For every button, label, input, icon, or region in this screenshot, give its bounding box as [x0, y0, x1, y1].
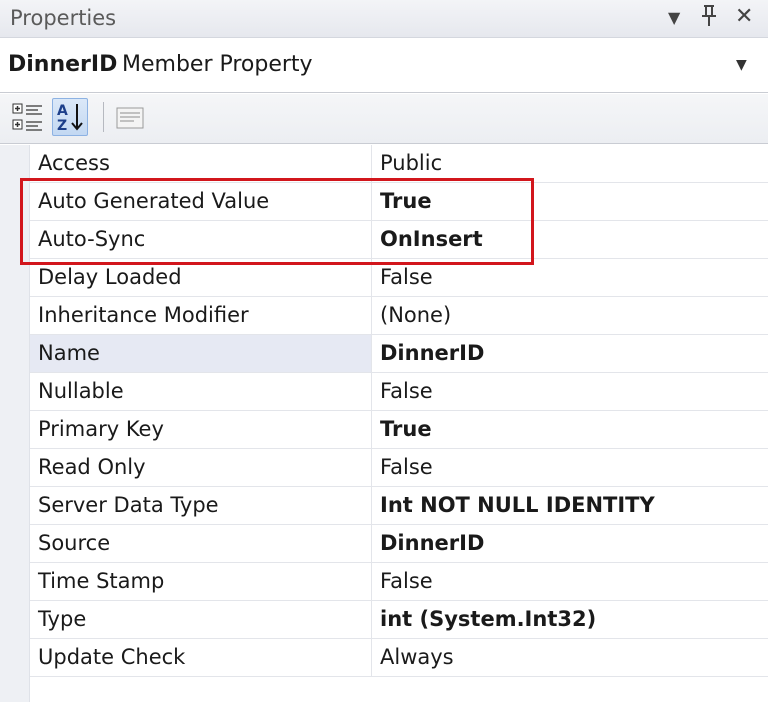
property-grid-margin — [0, 145, 30, 702]
property-name: Delay Loaded — [30, 259, 372, 296]
property-row[interactable]: Update Check Always — [30, 639, 768, 677]
property-row[interactable]: Auto-Sync OnInsert — [30, 221, 768, 259]
property-pages-button — [112, 98, 148, 136]
property-row[interactable]: Time Stamp False — [30, 563, 768, 601]
property-value[interactable]: DinnerID — [380, 335, 768, 372]
property-name: Source — [30, 525, 372, 562]
property-name: Read Only — [30, 449, 372, 486]
sort-alphabetical-icon: A Z — [57, 103, 83, 134]
property-row[interactable]: Auto Generated Value True — [30, 183, 768, 221]
property-name: Update Check — [30, 639, 372, 676]
property-name: Nullable — [30, 373, 372, 410]
property-name: Auto-Sync — [30, 221, 372, 258]
property-value[interactable]: Int NOT NULL IDENTITY — [380, 487, 768, 524]
svg-text:A: A — [57, 103, 68, 119]
window-position-dropdown-icon[interactable]: ▼ — [668, 8, 680, 27]
property-row[interactable]: Nullable False — [30, 373, 768, 411]
property-name: Primary Key — [30, 411, 372, 448]
property-name: Auto Generated Value — [30, 183, 372, 220]
categorized-icon — [12, 103, 42, 131]
chevron-down-icon[interactable]: ▼ — [736, 57, 747, 73]
window-title: Properties — [10, 6, 117, 30]
property-grid: Access Public Auto Generated Value True Auto… — [0, 145, 768, 702]
property-name: Inheritance Modifier — [30, 297, 372, 334]
property-name: Server Data Type — [30, 487, 372, 524]
close-icon[interactable]: ✕ — [735, 4, 753, 29]
property-row[interactable]: Read Only False — [30, 449, 768, 487]
property-value[interactable]: Always — [380, 639, 768, 676]
property-value[interactable]: False — [380, 373, 768, 410]
pin-icon[interactable] — [700, 4, 718, 33]
object-selector[interactable]: DinnerID Member Property ▼ — [0, 39, 768, 93]
property-name: Type — [30, 601, 372, 638]
property-value[interactable]: False — [380, 563, 768, 600]
object-kind: Member Property — [122, 52, 313, 77]
property-value[interactable]: OnInsert — [380, 221, 768, 258]
property-name: Name — [30, 335, 372, 372]
property-value[interactable]: DinnerID — [380, 525, 768, 562]
property-value[interactable]: True — [380, 411, 768, 448]
property-value[interactable]: False — [380, 259, 768, 296]
property-pages-icon — [116, 107, 144, 129]
property-name: Time Stamp — [30, 563, 372, 600]
categorized-view-button[interactable] — [10, 98, 46, 136]
property-name: Access — [30, 145, 372, 182]
property-value[interactable]: (None) — [380, 297, 768, 334]
title-bar: Properties ▼ ✕ — [0, 0, 768, 38]
properties-toolbar: A Z — [0, 94, 768, 144]
property-row[interactable]: Source DinnerID — [30, 525, 768, 563]
object-name: DinnerID — [8, 52, 118, 77]
property-row[interactable]: Name DinnerID — [30, 335, 768, 373]
property-row[interactable]: Type int (System.Int32) — [30, 601, 768, 639]
property-value[interactable]: True — [380, 183, 768, 220]
svg-text:Z: Z — [57, 118, 67, 134]
property-row[interactable]: Access Public — [30, 145, 768, 183]
toolbar-separator — [103, 102, 104, 132]
property-row[interactable]: Server Data Type Int NOT NULL IDENTITY — [30, 487, 768, 525]
property-row[interactable]: Primary Key True — [30, 411, 768, 449]
property-value[interactable]: False — [380, 449, 768, 486]
alphabetical-view-button[interactable]: A Z — [52, 98, 88, 136]
property-row[interactable]: Delay Loaded False — [30, 259, 768, 297]
property-value[interactable]: Public — [380, 145, 768, 182]
property-value[interactable]: int (System.Int32) — [380, 601, 768, 638]
property-row[interactable]: Inheritance Modifier (None) — [30, 297, 768, 335]
